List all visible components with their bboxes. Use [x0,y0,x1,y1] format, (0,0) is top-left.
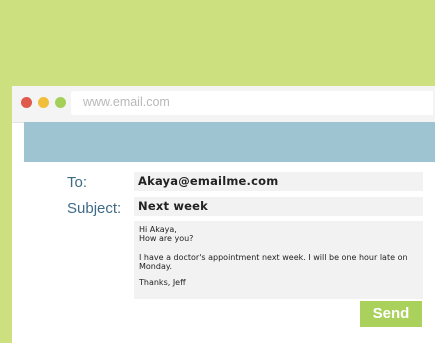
address-bar[interactable]: www.email.com [71,91,433,115]
body-paragraph: I have a doctor's appointment next week.… [139,253,408,271]
compose-form: To: Akaya@emailme.com Subject: Next week… [24,162,435,332]
close-window-dot-icon[interactable] [21,97,32,108]
send-button[interactable]: Send [360,301,422,327]
body-signoff: Thanks, Jeff [139,278,186,287]
body-line-2: How are you? [139,234,194,243]
to-field-value: Akaya@emailme.com [138,174,279,188]
subject-label: Subject: [67,200,122,217]
to-field[interactable]: Akaya@emailme.com [134,172,423,191]
email-header-banner [24,122,435,162]
subject-field-value: Next week [138,199,209,213]
body-greeting: Hi Akaya, [139,225,177,234]
subject-field[interactable]: Next week [134,197,423,216]
minimize-window-dot-icon[interactable] [38,97,49,108]
address-bar-url: www.email.com [83,95,170,109]
browser-toolbar: www.email.com [12,86,435,123]
browser-window: www.email.com To: Akaya@emailme.com Subj… [12,86,435,343]
to-label: To: [67,174,88,191]
maximize-window-dot-icon[interactable] [55,97,66,108]
message-body-field[interactable]: Hi Akaya, How are you? I have a doctor's… [134,221,423,299]
